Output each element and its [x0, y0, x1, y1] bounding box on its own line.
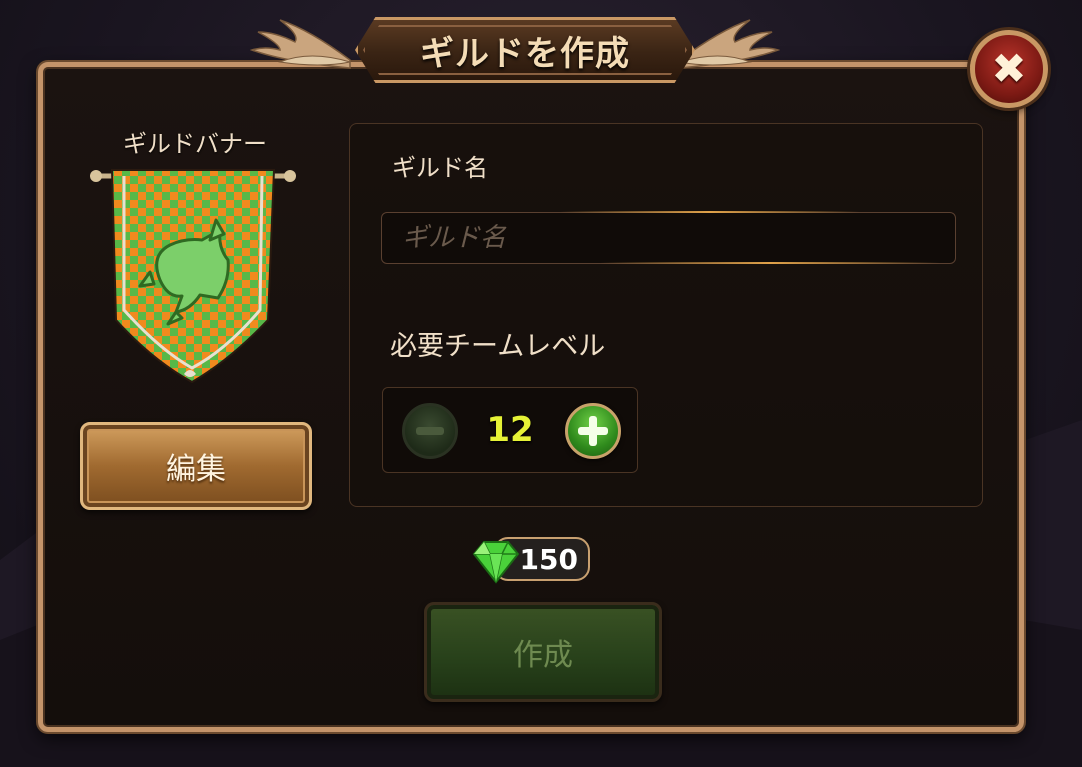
required-level-value: 12	[486, 410, 534, 450]
cost-amount: 150	[519, 542, 578, 576]
increase-level-button[interactable]	[565, 403, 621, 459]
plus-icon	[578, 416, 608, 446]
dialog-title: ギルドを作成	[420, 33, 630, 74]
edit-banner-button[interactable]: 編集	[80, 422, 312, 510]
required-level-label: 必要チームレベル	[390, 331, 606, 362]
create-guild-button[interactable]: 作成	[424, 602, 662, 702]
input-glow-top	[560, 211, 860, 213]
edit-button-label: 編集	[166, 452, 226, 487]
title-plaque: ギルドを作成	[355, 17, 695, 83]
create-button-label: 作成	[513, 638, 573, 673]
banner-label: ギルドバナー	[123, 130, 267, 158]
guild-name-label: ギルド名	[392, 154, 488, 182]
guild-banner-image	[90, 169, 296, 384]
guild-name-input[interactable]	[381, 212, 956, 264]
minus-icon	[416, 427, 444, 435]
close-button[interactable]: ✖	[970, 30, 1048, 108]
decrease-level-button[interactable]	[402, 403, 458, 459]
close-icon: ✖	[991, 44, 1027, 93]
input-glow-bottom	[600, 262, 940, 264]
gem-icon	[472, 541, 520, 584]
